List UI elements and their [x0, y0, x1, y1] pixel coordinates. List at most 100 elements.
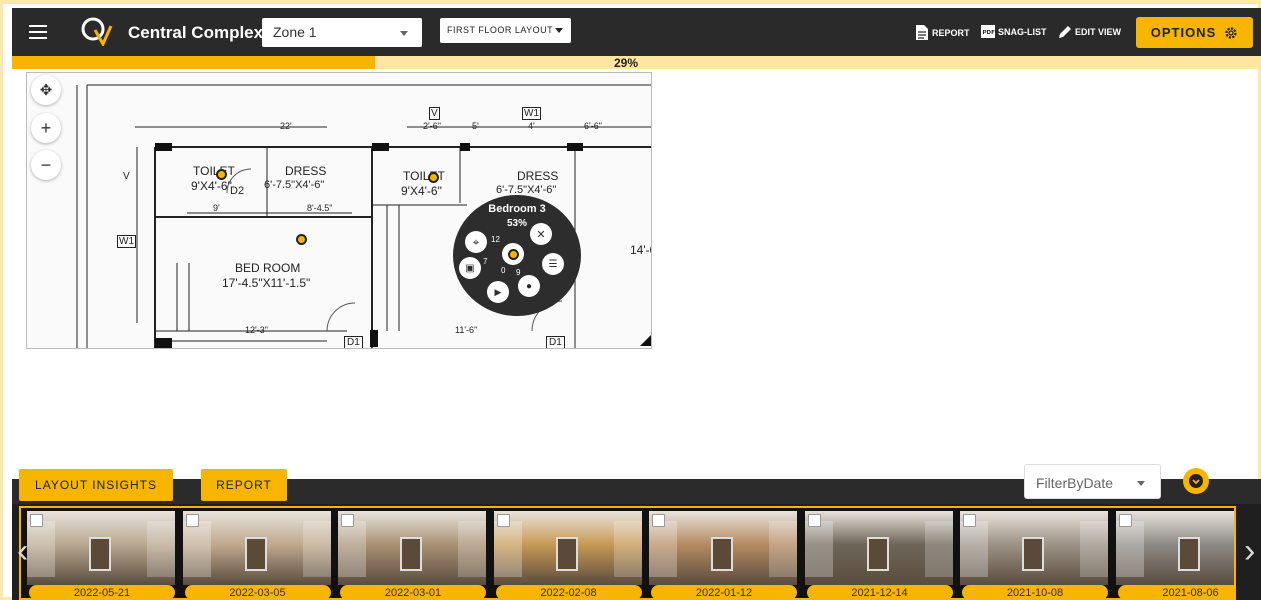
- timeline-date[interactable]: 2022-03-01: [340, 585, 486, 598]
- timeline-thumbnail[interactable]: [338, 511, 486, 585]
- plus-icon[interactable]: +: [31, 113, 61, 143]
- timeline-thumbnail[interactable]: [804, 511, 953, 585]
- report-button-bottom[interactable]: REPORT: [201, 469, 287, 501]
- room-wall-left: [338, 521, 366, 577]
- room-wall-right: [1080, 521, 1108, 577]
- close-icon[interactable]: ✕: [530, 223, 552, 245]
- plan-label: V: [429, 107, 440, 120]
- report-label: REPORT: [932, 27, 970, 38]
- thumbnail-checkbox[interactable]: [30, 514, 43, 527]
- timeline-date[interactable]: 2022-03-05: [184, 585, 331, 598]
- filter-by-date-select[interactable]: FilterByDate: [1024, 464, 1161, 499]
- options-label: OPTIONS: [1150, 25, 1217, 40]
- floor-plan-viewer[interactable]: 22' 2'-6" 5' 6'-6" 4' TOILET 9'X4'-6" DR…: [26, 72, 652, 349]
- room-door: [866, 537, 889, 571]
- timeline-date[interactable]: 2022-02-08: [495, 585, 642, 598]
- plan-label: 8'-4.5": [307, 203, 333, 213]
- count-label: 9: [516, 268, 521, 277]
- plan-label: D1: [344, 336, 363, 348]
- chevron-down-icon: [1137, 481, 1145, 486]
- layout-insights-button[interactable]: LAYOUT INSIGHTS: [19, 469, 173, 501]
- timeline-date[interactable]: 2021-12-14: [806, 585, 953, 598]
- room-wall-left: [27, 521, 55, 577]
- move-icon[interactable]: ✥: [31, 75, 61, 105]
- report-button[interactable]: REPORT: [915, 25, 970, 40]
- chevron-down-icon: [400, 31, 408, 36]
- room-door: [400, 537, 422, 571]
- play-icon[interactable]: ▶: [487, 281, 509, 303]
- timeline-thumbnail[interactable]: [960, 511, 1108, 585]
- room-wall-right: [769, 521, 797, 577]
- thumbnail-checkbox[interactable]: [185, 514, 199, 527]
- room-wall-right: [458, 521, 486, 577]
- plan-label: 9': [213, 203, 220, 213]
- menu-icon[interactable]: [29, 25, 47, 39]
- zone-select[interactable]: Zone 1: [262, 18, 422, 47]
- layout-select[interactable]: FIRST FLOOR LAYOUT: [440, 18, 571, 43]
- pdf-icon: PDF: [981, 25, 995, 38]
- plan-label: BED ROOM: [235, 261, 301, 275]
- app-logo: [81, 17, 113, 46]
- plan-label: 9'X4'-6": [401, 184, 442, 198]
- thumbnail-checkbox[interactable]: [341, 514, 354, 527]
- filter-by-date-value: FilterByDate: [1036, 475, 1114, 491]
- timeline-date[interactable]: 2022-05-21: [29, 585, 175, 598]
- chevron-right-icon[interactable]: ›: [1244, 532, 1255, 571]
- edit-view-button[interactable]: EDIT VIEW: [1058, 25, 1121, 39]
- room-door: [244, 537, 267, 571]
- thumbnail-checkbox[interactable]: [1118, 514, 1132, 527]
- plan-label: 6'-6": [584, 121, 602, 131]
- timeline-date[interactable]: 2021-08-06: [1117, 585, 1234, 598]
- plan-label: DRESS: [517, 169, 559, 183]
- plan-label: D2: [230, 185, 245, 197]
- room-name: Bedroom 3: [488, 203, 546, 215]
- thumbnail-checkbox[interactable]: [496, 514, 510, 527]
- timeline-date[interactable]: 2022-01-12: [651, 585, 797, 598]
- room-wall-left: [960, 521, 988, 577]
- top-bar: Central Complex Zone 1 FIRST FLOOR LAYOU…: [12, 8, 1261, 56]
- room-door: [1177, 537, 1200, 571]
- timeline-thumbnail[interactable]: [182, 511, 331, 585]
- count-label: 12: [491, 235, 500, 244]
- checklist-icon[interactable]: ☰: [542, 253, 564, 275]
- plan-label: 14'-0: [630, 243, 651, 257]
- plan-label: 6'-7.5"X4'-6": [264, 179, 325, 191]
- edit-view-label: EDIT VIEW: [1075, 27, 1122, 37]
- location-pin-button[interactable]: [502, 243, 524, 265]
- chevron-left-icon[interactable]: ‹: [17, 532, 28, 571]
- timeline-thumbnail[interactable]: [649, 511, 797, 585]
- room-door: [1022, 537, 1044, 571]
- room-wall-left: [182, 521, 211, 577]
- report-icon: [916, 25, 928, 40]
- zone-select-value: Zone 1: [273, 24, 317, 40]
- comment-icon[interactable]: ●: [518, 275, 540, 297]
- camera-icon[interactable]: ▣: [459, 257, 481, 279]
- room-door: [555, 537, 578, 571]
- timeline-thumbnail[interactable]: [27, 511, 175, 585]
- room-wall-right: [1236, 521, 1237, 577]
- room-wall-right: [924, 521, 953, 577]
- minus-icon[interactable]: −: [31, 150, 61, 180]
- plan-label: W1: [117, 235, 136, 248]
- thumbnail-checkbox[interactable]: [652, 514, 665, 527]
- timeline-date[interactable]: 2021-10-08: [962, 585, 1108, 598]
- thumbnail-checkbox[interactable]: [963, 514, 976, 527]
- room-door: [711, 537, 733, 571]
- plan-label: 22': [280, 121, 292, 131]
- svg-text:PDF: PDF: [983, 30, 996, 36]
- snag-list-button[interactable]: PDF SNAG-LIST: [981, 25, 1047, 38]
- options-button[interactable]: OPTIONS: [1136, 17, 1253, 48]
- layout-select-value: FIRST FLOOR LAYOUT: [447, 25, 554, 35]
- location-pin[interactable]: [296, 234, 307, 245]
- location-pin[interactable]: [428, 172, 439, 183]
- timeline-thumbnail[interactable]: [493, 511, 642, 585]
- room-door: [89, 537, 111, 571]
- room-percent: 53%: [506, 218, 527, 229]
- collapse-button[interactable]: [1183, 468, 1209, 494]
- timeline-thumbnail[interactable]: [1115, 511, 1237, 585]
- location-pin[interactable]: [216, 169, 227, 180]
- room-radial-menu: Bedroom 3 53% ⌖ 12 ✕ 7 ▣ 0 9 ☰ ▶ ●: [453, 195, 581, 316]
- move-icon[interactable]: ⌖: [465, 231, 487, 253]
- thumbnail-checkbox[interactable]: [807, 514, 821, 527]
- pencil-icon: [1059, 26, 1071, 38]
